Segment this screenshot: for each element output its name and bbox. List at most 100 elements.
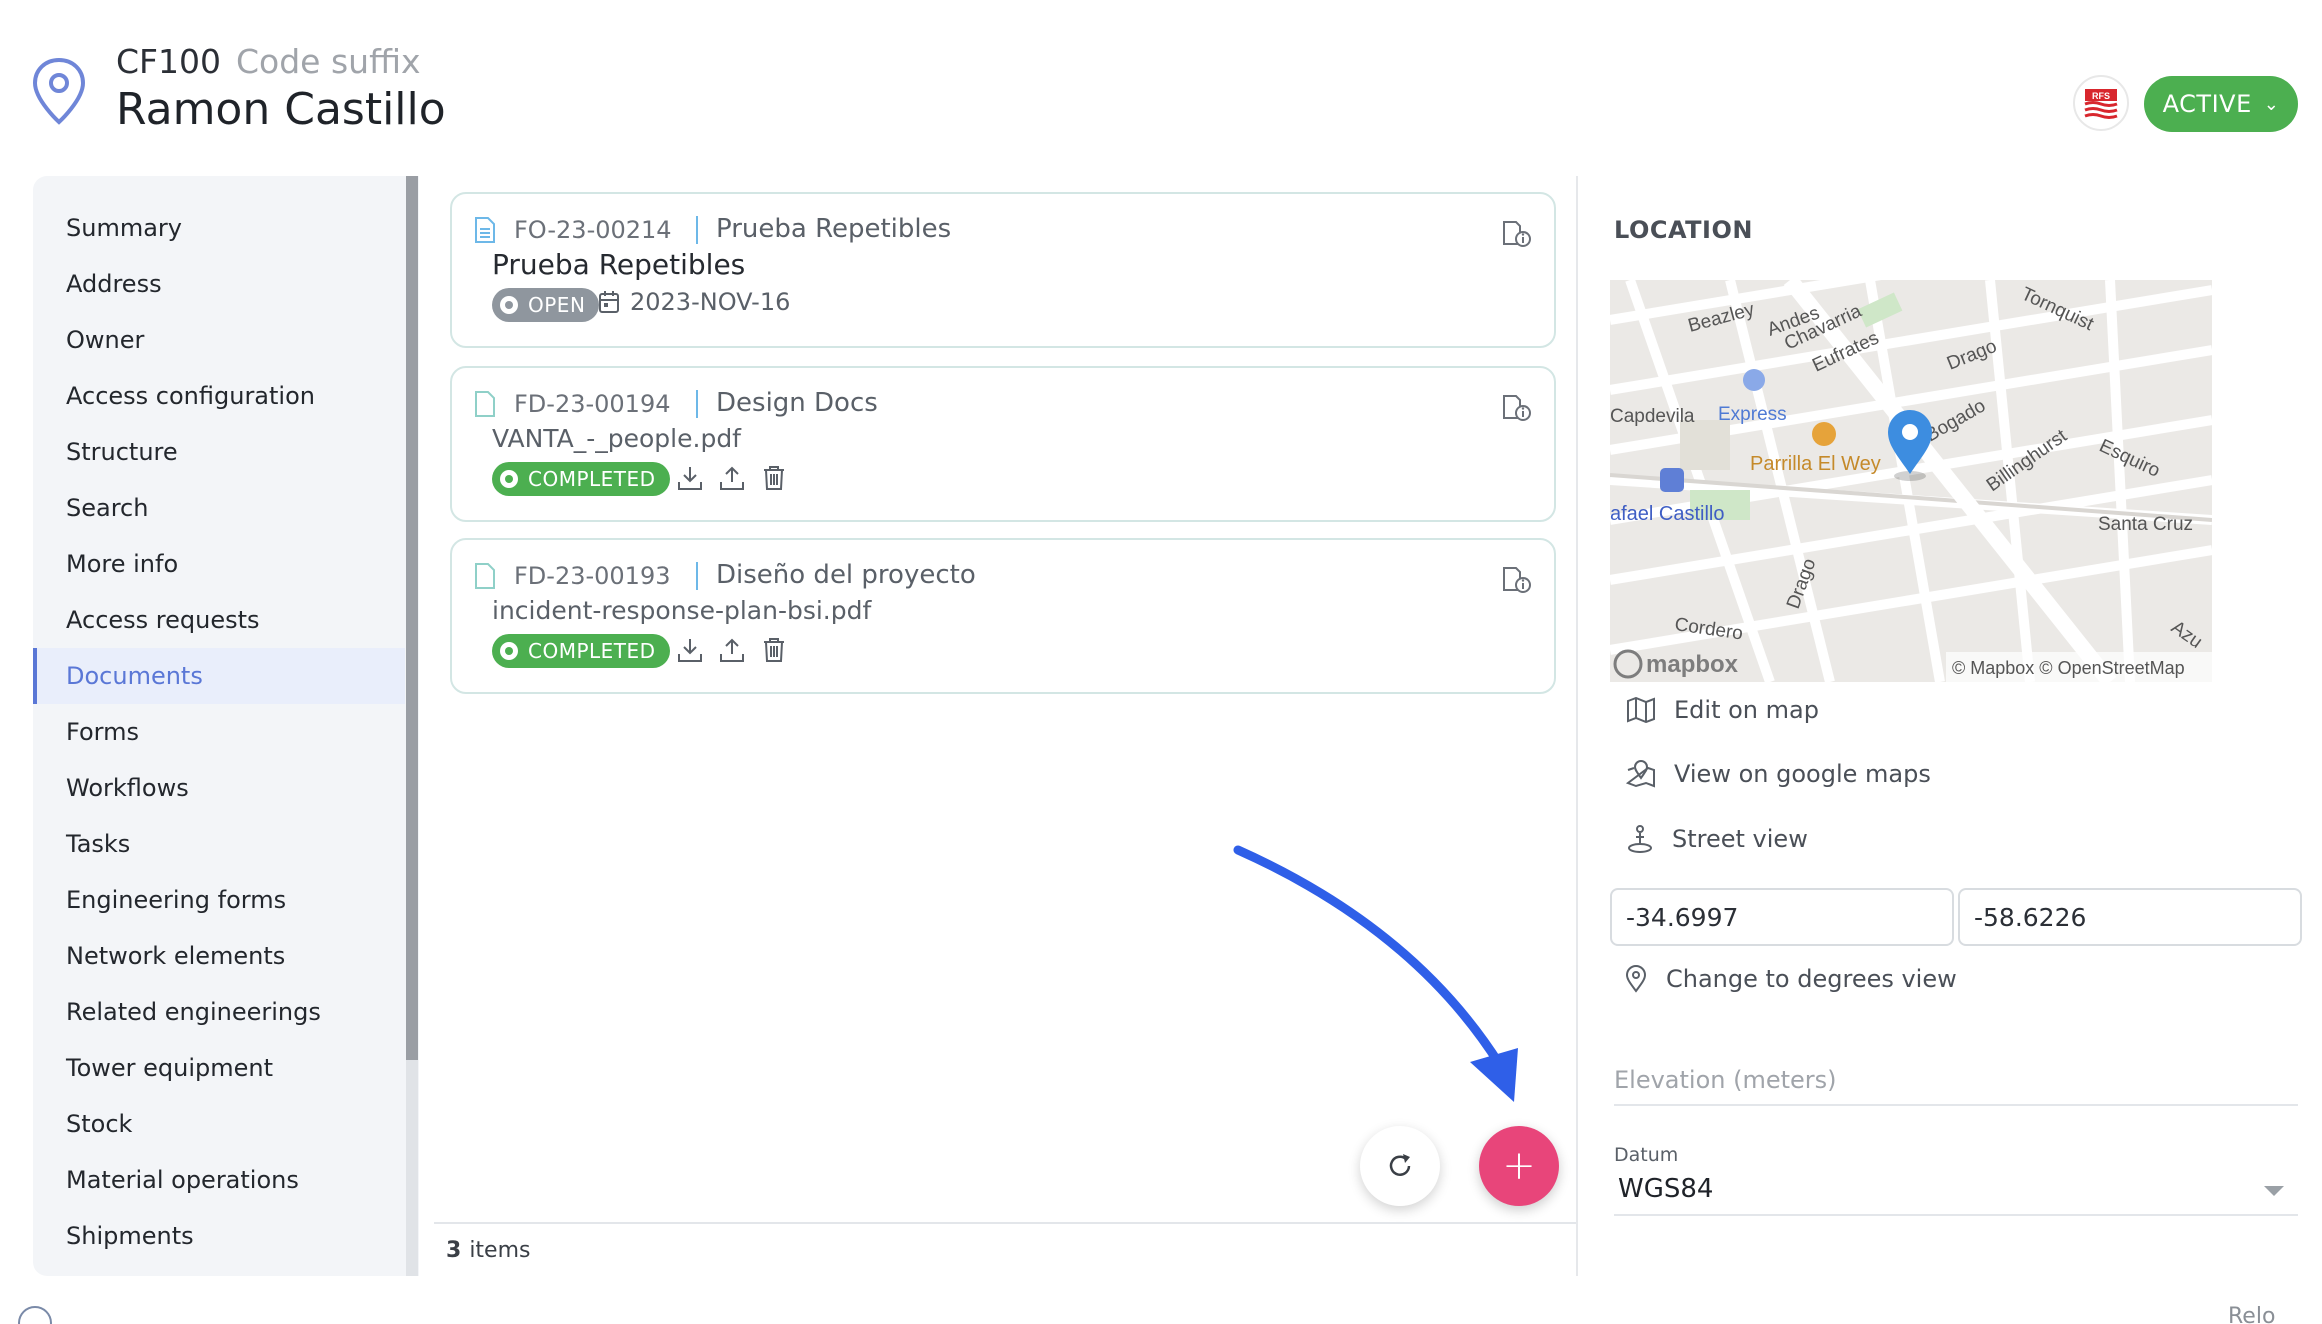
sidebar-item-engineering-forms[interactable]: Engineering forms [33,872,405,928]
document-filename: incident-response-plan-bsi.pdf [492,596,872,625]
sidebar-item-shipments[interactable]: Shipments [33,1208,405,1264]
document-filename: VANTA_-_people.pdf [492,424,741,453]
download-icon[interactable] [676,464,704,492]
elevation-field[interactable]: Elevation (meters) [1614,1066,2298,1106]
sidebar-item-summary[interactable]: Summary [33,200,405,256]
location-pin-icon [1625,965,1647,993]
view-google-maps-link[interactable]: View on google maps [1626,760,1931,788]
street-view-icon [1628,825,1652,853]
svg-text:© Mapbox © OpenStreetMap: © Mapbox © OpenStreetMap [1952,658,2185,678]
edit-on-map-label: Edit on map [1674,696,1819,724]
status-dot-icon [500,642,518,660]
sidebar-item-owner[interactable]: Owner [33,312,405,368]
calendar-icon [599,291,619,313]
items-count-label: items [469,1237,531,1263]
latitude-field[interactable]: -34.6997 [1610,888,1954,946]
reload-link[interactable]: Relo [2228,1304,2275,1324]
document-info-icon[interactable] [1502,566,1532,594]
sidebar-item-related-engineerings[interactable]: Related engineerings [33,984,405,1040]
info-icon[interactable] [18,1306,52,1324]
status-badge-label: COMPLETED [528,467,656,491]
svg-text:afael Castillo: afael Castillo [1610,503,1725,525]
sidebar-item-address[interactable]: Address [33,256,405,312]
document-icon [475,563,495,589]
longitude-field[interactable]: -58.6226 [1958,888,2302,946]
download-icon[interactable] [676,636,704,664]
sidebar-item-material-operations[interactable]: Material operations [33,1152,405,1208]
sidebar-item-search[interactable]: Search [33,480,405,536]
sidebar-scrollbar-thumb[interactable] [406,176,418,1060]
document-actions [676,636,788,664]
document-card[interactable]: FD-23-00193 Diseño del proyecto incident… [450,538,1556,694]
document-code: FD-23-00194 [514,390,671,418]
document-date: 2023-NOV-16 [598,288,790,316]
sidebar-item-network-elements[interactable]: Network elements [33,928,405,984]
map-canvas[interactable]: Beazley Andes Chavarria Eufrates Tornqui… [1610,280,2212,682]
map-pin-icon [1626,760,1655,788]
chevron-down-icon: ⌄ [2263,93,2280,115]
rfs-logo-icon: RFS [2084,89,2118,119]
company-logo[interactable]: RFS [2073,75,2129,131]
restaurant-poi-icon [1812,422,1836,446]
annotation-arrow [1233,845,1518,1102]
document-info-icon[interactable] [1502,394,1532,422]
status-dot-icon [500,470,518,488]
train-poi-icon [1660,468,1684,492]
document-date-label: 2023-NOV-16 [630,288,791,316]
documents-panel: FO-23-00214 Prueba Repetibles Prueba Rep… [434,176,1576,1276]
status-badge-label: OPEN [528,293,586,317]
sidebar-item-stock[interactable]: Stock [33,1096,405,1152]
trash-icon[interactable] [760,636,788,664]
plus-icon: + [1502,1143,1536,1189]
svg-text:Parrilla El Wey: Parrilla El Wey [1750,453,1881,475]
document-icon [475,217,495,243]
document-type: Prueba Repetibles [716,214,952,244]
upload-icon[interactable] [718,636,746,664]
panel-divider [1576,176,1578,1276]
location-pin-icon [32,57,86,125]
location-map[interactable]: Beazley Andes Chavarria Eufrates Tornqui… [1610,280,2212,682]
svg-text:Santa Cruz: Santa Cruz [2098,514,2193,535]
upload-icon[interactable] [718,464,746,492]
page-header: CF100 Code suffix Ramon Castillo RFS ACT… [0,0,2322,170]
datum-select[interactable]: WGS84 [1614,1174,2298,1216]
sidebar-scrollbar-track[interactable] [406,1060,418,1276]
status-badge: COMPLETED [492,634,670,668]
edit-on-map-link[interactable]: Edit on map [1626,696,1819,724]
street-view-label: Street view [1672,825,1808,853]
shop-poi-icon [1743,369,1765,391]
document-card[interactable]: FO-23-00214 Prueba Repetibles Prueba Rep… [450,192,1556,348]
document-info-icon[interactable] [1502,220,1532,248]
document-type: Diseño del proyecto [716,560,976,590]
change-degrees-link[interactable]: Change to degrees view [1624,964,1957,994]
sidebar-item-forms[interactable]: Forms [33,704,405,760]
status-dropdown[interactable]: ACTIVE ⌄ [2144,76,2298,132]
sidebar-item-tower-equipment[interactable]: Tower equipment [33,1040,405,1096]
dropdown-caret-icon [2264,1186,2284,1196]
status-dot-icon [500,296,518,314]
view-google-maps-label: View on google maps [1674,760,1931,788]
sidebar-item-access-requests[interactable]: Access requests [33,592,405,648]
sidebar-item-structure[interactable]: Structure [33,424,405,480]
svg-text:Express: Express [1718,404,1787,425]
sidebar-item-access-configuration[interactable]: Access configuration [33,368,405,424]
street-view-link[interactable]: Street view [1626,824,1808,854]
document-icon [475,391,495,417]
trash-icon[interactable] [760,464,788,492]
svg-text:RFS: RFS [2092,91,2110,101]
refresh-button[interactable] [1360,1126,1440,1206]
sidebar-item-more-info[interactable]: More info [33,536,405,592]
datum-value: WGS84 [1618,1174,1714,1204]
items-count: 3 items [434,1222,1576,1276]
separator [696,390,698,418]
site-code: CF100 [116,42,222,81]
sidebar-item-tasks[interactable]: Tasks [33,816,405,872]
sidebar-item-workflows[interactable]: Workflows [33,760,405,816]
document-actions [676,464,788,492]
add-document-button[interactable]: + [1479,1126,1559,1206]
document-code: FO-23-00214 [514,216,672,244]
document-card[interactable]: FD-23-00194 Design Docs VANTA_-_people.p… [450,366,1556,522]
separator [696,562,698,590]
sidebar-item-documents[interactable]: Documents [33,648,405,704]
refresh-icon [1389,1154,1411,1176]
